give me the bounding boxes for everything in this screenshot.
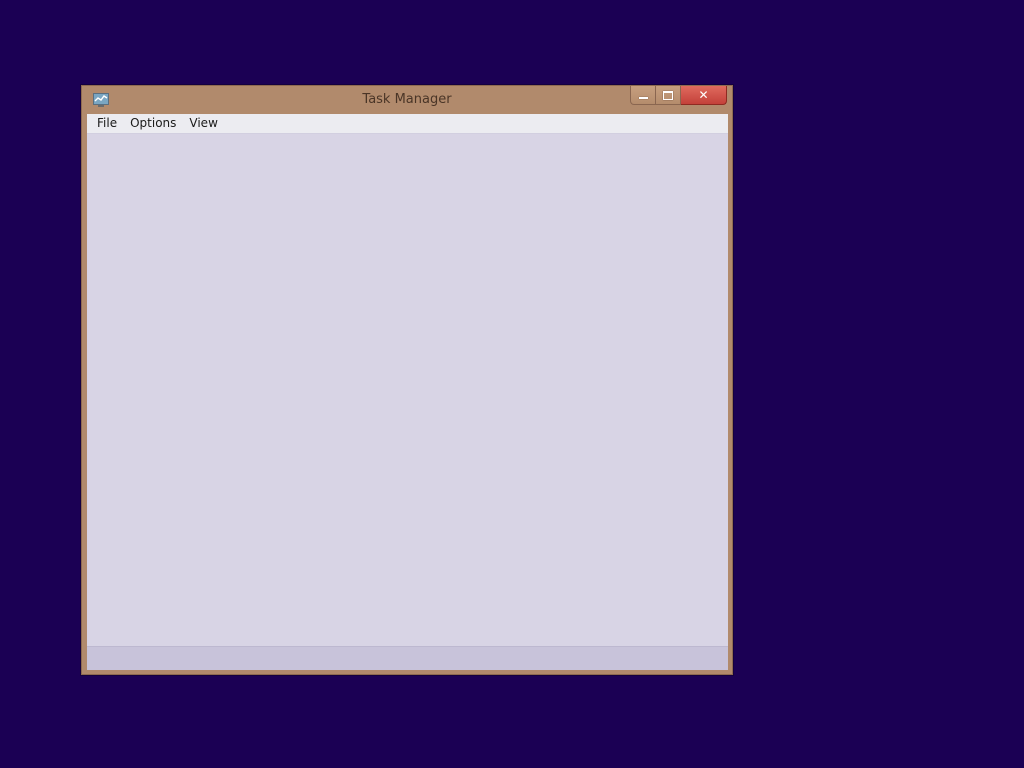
menu-options[interactable]: Options [124, 115, 182, 132]
minimize-icon [638, 97, 648, 99]
title-bar[interactable]: Task Manager ✕ [82, 86, 732, 114]
caption-buttons: ✕ [630, 86, 727, 106]
maximize-icon [663, 90, 673, 100]
maximize-button[interactable] [656, 86, 681, 105]
close-icon: ✕ [698, 88, 709, 102]
content-area [87, 134, 728, 647]
menu-file[interactable]: File [91, 115, 123, 132]
status-bar [87, 646, 728, 670]
menu-bar: File Options View [87, 114, 728, 134]
menu-view[interactable]: View [183, 115, 223, 132]
task-manager-window[interactable]: Task Manager ✕ File Options View [81, 85, 733, 675]
minimize-button[interactable] [630, 86, 656, 105]
client-area: File Options View [87, 114, 728, 670]
close-button[interactable]: ✕ [681, 86, 727, 105]
